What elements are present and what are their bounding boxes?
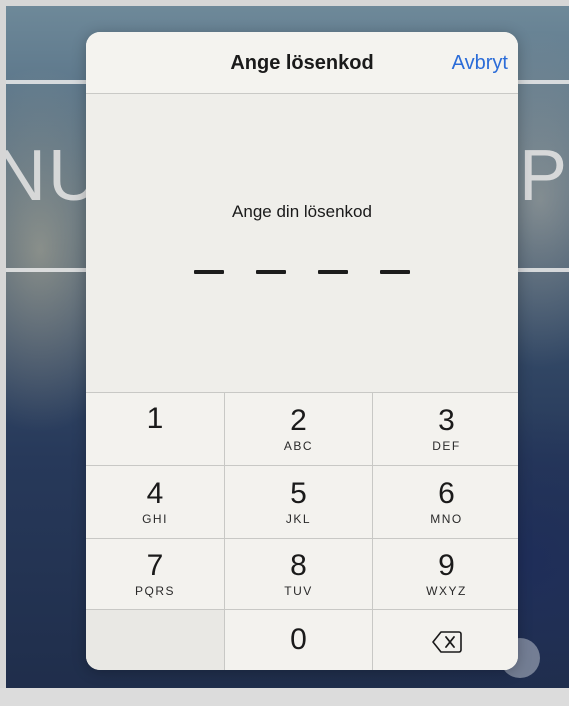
key-digit: 2 xyxy=(290,404,307,437)
key-letters: MNO xyxy=(430,512,463,526)
key-6[interactable]: 6 MNO xyxy=(373,466,518,538)
key-digit: 7 xyxy=(146,549,164,582)
key-2[interactable]: 2 ABC xyxy=(225,393,372,465)
pin-slot-3 xyxy=(318,270,348,274)
key-letters: PQRS xyxy=(134,584,175,598)
key-digit: 4 xyxy=(146,477,164,510)
passcode-field xyxy=(194,270,410,280)
pin-slot-2 xyxy=(256,270,286,274)
pin-slot-4 xyxy=(380,270,410,274)
key-letters: JKL xyxy=(285,512,312,526)
passcode-prompt: Ange din lösenkod xyxy=(232,202,372,221)
key-digit: 1 xyxy=(146,402,164,435)
key-digit: 6 xyxy=(438,477,455,510)
screen-bezel-bottom xyxy=(0,688,569,706)
screen-bezel-left xyxy=(0,0,6,706)
key-8[interactable]: 8 TUV xyxy=(225,539,372,609)
passcode-dialog: Ange lösenkod Avbryt Ange din lösenkod 1… xyxy=(86,32,518,670)
key-letters: ABC xyxy=(283,439,314,453)
cancel-button[interactable]: Avbryt xyxy=(452,52,508,75)
delete-backspace-icon xyxy=(431,631,462,653)
passcode-prompt-area: Ange din lösenkod xyxy=(86,94,518,392)
key-letters: WXYZ xyxy=(426,584,467,598)
dialog-header: Ange lösenkod Avbryt xyxy=(86,32,518,94)
key-3[interactable]: 3 DEF xyxy=(373,393,518,465)
pin-slot-1 xyxy=(194,270,224,274)
delete-key[interactable] xyxy=(373,610,518,670)
key-9[interactable]: 9 WXYZ xyxy=(373,539,518,609)
key-7[interactable]: 7 PQRS xyxy=(86,539,224,609)
key-4[interactable]: 4 GHI xyxy=(86,466,224,538)
key-digit: 3 xyxy=(438,404,455,437)
key-digit: 8 xyxy=(290,549,307,582)
background-text-right: P xyxy=(518,136,569,216)
key-letters: TUV xyxy=(284,584,313,598)
screen-bezel-top xyxy=(0,0,569,6)
key-letters: GHI xyxy=(142,512,168,526)
key-letters: DEF xyxy=(432,439,461,453)
numeric-keypad: 1 2 ABC 3 DEF 4 GHI 5 JKL 6 MNO 7 PQRS 8 xyxy=(86,392,518,670)
key-digit: 0 xyxy=(290,623,307,656)
key-0[interactable]: 0 xyxy=(225,610,372,670)
key-5[interactable]: 5 JKL xyxy=(225,466,372,538)
key-digit: 5 xyxy=(290,477,307,510)
key-digit: 9 xyxy=(438,549,455,582)
key-blank xyxy=(86,610,224,670)
key-1[interactable]: 1 xyxy=(86,393,224,465)
